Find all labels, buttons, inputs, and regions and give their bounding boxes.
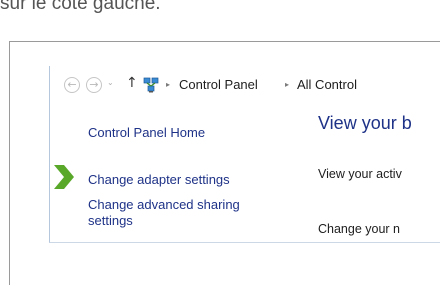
forward-button[interactable]: → (86, 77, 102, 93)
breadcrumb-control-panel[interactable]: Control Panel (179, 77, 258, 92)
breadcrumb-separator[interactable]: ▸ (285, 80, 289, 89)
network-sharing-window: ← → ⌄ ↑ ▸ Control Panel ▸ All Control Co… (49, 66, 440, 243)
navigation-bar: ← → ⌄ ↑ ▸ Control Panel ▸ All Control (50, 66, 440, 106)
sidebar-change-advanced-sharing-settings[interactable]: Change advanced sharing settings (88, 197, 240, 229)
recent-locations-dropdown[interactable]: ⌄ (107, 78, 114, 87)
active-networks-text: View your activ (318, 167, 402, 181)
sidebar-item-label: settings (88, 213, 133, 228)
breadcrumb-separator[interactable]: ▸ (166, 80, 170, 89)
sidebar-item-label: Change advanced sharing (88, 197, 240, 212)
green-chevron-pointer-icon (54, 165, 74, 189)
page-title: View your b (318, 113, 412, 133)
up-button[interactable]: ↑ (126, 75, 138, 91)
back-button[interactable]: ← (64, 77, 80, 93)
network-icon (143, 77, 159, 93)
sidebar-control-panel-home[interactable]: Control Panel Home (88, 125, 205, 141)
instruction-caption: sur le côté gauche. (0, 0, 161, 14)
change-networking-heading: Change your n (318, 222, 401, 236)
breadcrumb-all-control-panel-items[interactable]: All Control (297, 77, 357, 92)
sidebar-change-adapter-settings[interactable]: Change adapter settings (88, 172, 230, 188)
